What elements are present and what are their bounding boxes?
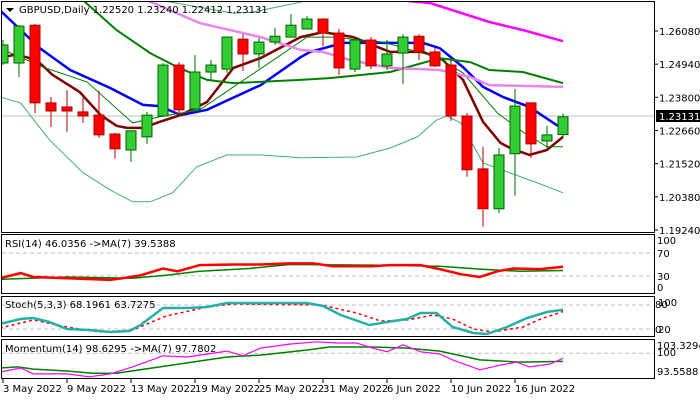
bearish-candle [333, 28, 345, 75]
candle-body [125, 130, 137, 151]
candle-body [77, 111, 89, 117]
candle-body [29, 24, 41, 104]
svg-text:GBPUSD,Daily 1.22520 1.23240 1: GBPUSD,Daily 1.22520 1.23240 1.22412 1.2… [19, 5, 268, 16]
candle-body [221, 36, 233, 70]
bullish-candle [157, 63, 169, 117]
candle-body [381, 53, 393, 67]
candle-body [397, 36, 409, 54]
candle-body [269, 35, 281, 43]
candle-body [317, 18, 329, 34]
candle-body [173, 64, 185, 111]
low-value: 1.22412 [182, 5, 223, 16]
stoch-level-0: 0 [655, 325, 661, 336]
price-tick-label: 1.23800 [659, 93, 700, 104]
rsi-level-100: 100 [657, 236, 676, 247]
rsi-level-0: 0 [657, 283, 663, 294]
bearish-candle [173, 62, 185, 114]
candle-body [109, 133, 121, 150]
current-price-box: 1.23131 [656, 110, 700, 123]
bearish-candle [445, 60, 457, 121]
trading-chart[interactable]: 1.26080 1.24940 1.23800 1.22660 1.21520 1.203… [0, 0, 700, 400]
bullish-candle [557, 113, 569, 138]
chart-header: GBPUSD,Daily 1.22520 1.23240 1.22412 1.2… [6, 5, 268, 16]
date-label: 3 May 2022 [3, 384, 62, 395]
bearish-candle [29, 24, 41, 114]
date-label: 13 May 2022 [131, 384, 196, 395]
candle-body [429, 51, 441, 67]
candle-body [365, 39, 377, 67]
rsi-label: RSI(14) 46.0356 ->MA(7) 39.5388 [5, 239, 176, 250]
high-value: 1.23240 [137, 5, 178, 16]
price-axis: 1.26080 1.24940 1.23800 1.22660 1.21520 1.203… [654, 27, 700, 237]
candle-body [349, 39, 361, 70]
price-tick-label: 1.21520 [659, 160, 700, 171]
candle-body [253, 41, 265, 55]
date-label: 9 May 2022 [67, 384, 126, 395]
price-tick-label: 1.20380 [659, 193, 700, 204]
momentum-label: Momentum(14) 98.6295 ->MA(7) 97.7802 [5, 344, 216, 355]
candle-body [205, 64, 217, 73]
candle-body [301, 18, 313, 30]
momentum-level-low: 93.5588 [657, 367, 698, 378]
date-label: 31 May 2022 [323, 384, 388, 395]
date-label: 19 May 2022 [195, 384, 260, 395]
close-value: 1.23131 [226, 5, 267, 16]
symbol-label: GBPUSD,Daily [19, 5, 90, 16]
bullish-candle [221, 36, 233, 73]
open-value: 1.22520 [93, 5, 134, 16]
candle-body [445, 64, 457, 117]
price-tick-label: 1.26080 [659, 27, 700, 38]
bullish-candle [349, 37, 361, 73]
candle-body [333, 32, 345, 69]
price-tick-label: 1.22660 [659, 127, 700, 138]
date-axis: 3 May 2022 9 May 2022 13 May 202219 May 20… [2, 379, 575, 395]
rsi-level-30: 30 [657, 272, 670, 283]
candle-body [541, 134, 553, 142]
rsi-level-70: 70 [657, 249, 670, 260]
bearish-candle [461, 113, 473, 177]
candle-body [93, 114, 105, 136]
candle-body [45, 102, 57, 112]
price-tick-label: 1.24940 [659, 60, 700, 71]
candle-body [13, 25, 25, 64]
candle-body [557, 116, 569, 136]
stoch-level-80: 80 [655, 300, 668, 311]
date-label: 10 Jun 2022 [451, 384, 511, 395]
candle-body [413, 35, 425, 53]
candle-body [237, 38, 249, 55]
candle-body [61, 106, 73, 112]
candle-body [141, 114, 153, 138]
current-price-label: 1.23131 [659, 112, 700, 123]
candle-body [461, 115, 473, 171]
date-label: 25 May 2022 [259, 384, 324, 395]
date-label: 6 Jun 2022 [387, 384, 441, 395]
candle-body [477, 168, 489, 210]
bearish-candle [365, 37, 377, 70]
candle-body [509, 105, 521, 155]
candle-body [285, 24, 297, 38]
momentum-level-100: 100 [657, 348, 676, 359]
bullish-candle [493, 147, 505, 213]
candle-body [157, 64, 169, 117]
stochastic-label: Stoch(5,3,3) 68.1961 63.7275 [5, 300, 156, 311]
candle-body [525, 102, 537, 145]
candle-body [493, 154, 505, 210]
date-label: 16 Jun 2022 [515, 384, 575, 395]
candle-body [189, 71, 201, 110]
